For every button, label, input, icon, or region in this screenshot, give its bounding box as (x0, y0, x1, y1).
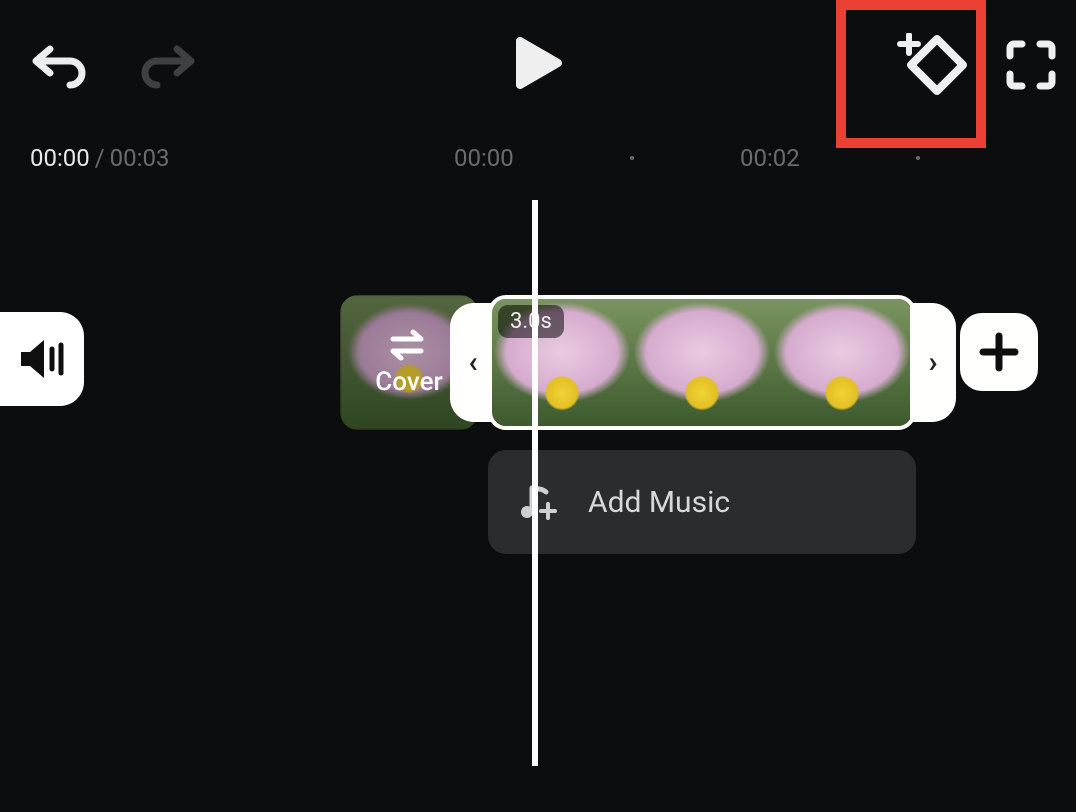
undo-button[interactable] (30, 41, 86, 89)
add-music-label: Add Music (588, 485, 730, 520)
keyframe-icon (895, 33, 967, 97)
time-ruler-row: 00:00 / 00:03 00:00 00:02 (0, 130, 1076, 186)
redo-button[interactable] (141, 41, 197, 89)
video-clip[interactable]: 3.0s (488, 295, 916, 430)
ruler-mark-1: 00:02 (740, 144, 800, 172)
toolbar-right-group (866, 0, 1066, 130)
top-toolbar (0, 0, 1076, 130)
clip-frame (772, 299, 912, 426)
ruler-mark-0: 00:00 (454, 144, 514, 172)
add-clip-button[interactable] (960, 313, 1038, 391)
play-icon (514, 37, 562, 89)
time-separator: / (95, 144, 105, 172)
clip-frame (632, 299, 772, 426)
ruler-dot (630, 156, 634, 160)
clip-trim-right[interactable]: › (910, 303, 956, 422)
swap-icon (389, 329, 429, 361)
time-total: 00:03 (110, 144, 170, 172)
toolbar-center-group (514, 37, 562, 93)
fullscreen-button[interactable] (996, 40, 1066, 90)
time-current: 00:00 (30, 144, 90, 172)
toolbar-left-group (10, 41, 197, 89)
clip-track: Cover ‹ 3.0s › (0, 295, 1076, 430)
ruler-dot (916, 156, 920, 160)
plus-icon (979, 332, 1019, 372)
playhead[interactable] (532, 200, 538, 766)
music-plus-icon (518, 482, 558, 522)
fullscreen-icon (1006, 40, 1056, 90)
play-button[interactable] (514, 37, 562, 89)
clip-duration-badge: 3.0s (498, 305, 564, 338)
keyframe-button[interactable] (866, 0, 996, 130)
cover-label: Cover (375, 367, 442, 397)
add-music-button[interactable]: Add Music (488, 450, 916, 554)
undo-icon (30, 41, 86, 89)
redo-icon (141, 41, 197, 89)
